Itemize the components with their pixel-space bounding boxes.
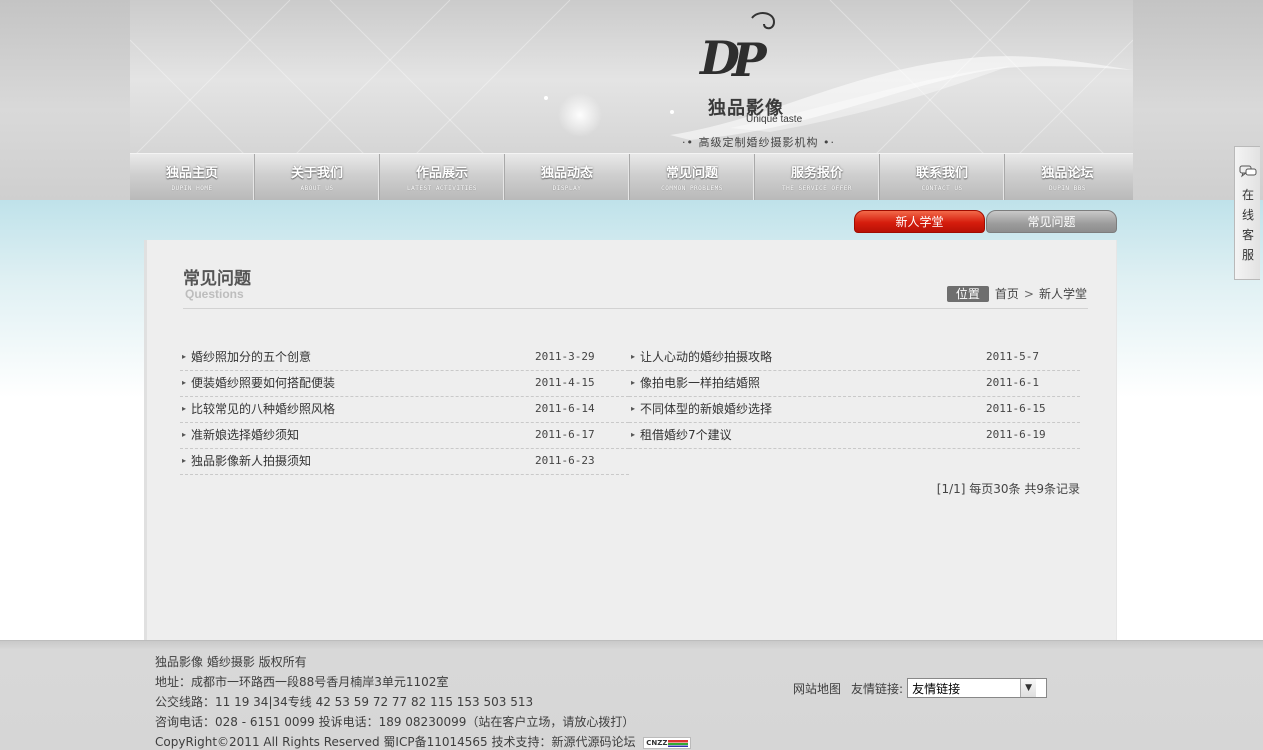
article-date: 2011-6-23 — [535, 454, 595, 467]
site-footer: 独品影像 婚纱摄影 版权所有 地址：成都市一环路西一段88号香月楠岸3单元110… — [0, 640, 1263, 750]
site-logo[interactable]: D P 独品影像 Unique taste ·• 高级定制婚纱摄影机构 •· — [678, 10, 838, 150]
list-item[interactable]: ▸ 婚纱照加分的五个创意 2011-3-29 — [180, 345, 629, 371]
footer-icp-line: CopyRight©2011 All Rights Reserved 蜀ICP备… — [155, 733, 692, 750]
nav-sublabel: LATEST ACTIVITIES — [407, 185, 477, 192]
nav-sublabel: DISPLAY — [552, 185, 582, 192]
article-date: 2011-4-15 — [535, 376, 595, 389]
friend-links-label: 友情链接: — [851, 681, 904, 696]
bullet-arrow-icon: ▸ — [631, 352, 636, 361]
nav-sublabel: COMMON PROBLEMS — [661, 185, 723, 192]
nav-item-contact[interactable]: 联系我们 CONTACT US — [880, 154, 1005, 200]
list-item[interactable]: ▸ 不同体型的新娘婚纱选择 2011-6-15 — [629, 397, 1080, 423]
online-service-label: 在线客服 — [1241, 188, 1254, 262]
article-date: 2011-6-1 — [986, 376, 1039, 389]
article-list-left: ▸ 婚纱照加分的五个创意 2011-3-29 ▸ 便装婚纱照要如何搭配便装 20… — [180, 345, 629, 475]
article-title[interactable]: 租借婚纱7个建议 — [640, 423, 732, 447]
article-title[interactable]: 独品影像新人拍摄须知 — [191, 449, 311, 473]
breadcrumb-current-link[interactable]: 新人学堂 — [1039, 285, 1087, 302]
list-item[interactable]: ▸ 比较常见的八种婚纱照风格 2011-6-14 — [180, 397, 629, 423]
article-title[interactable]: 让人心动的婚纱拍摄攻略 — [640, 345, 772, 369]
list-item[interactable]: ▸ 让人心动的婚纱拍摄攻略 2011-5-7 — [629, 345, 1080, 371]
list-item[interactable]: ▸ 独品影像新人拍摄须知 2011-6-23 — [180, 449, 629, 475]
nav-sublabel: THE SERVICE OFFER — [782, 185, 852, 192]
online-service-button[interactable]: 在线客服 — [1234, 146, 1260, 280]
article-date: 2011-6-17 — [535, 428, 595, 441]
logo-tagline: ·• 高级定制婚纱摄影机构 •· — [682, 136, 835, 149]
friend-links-selected: 友情链接 — [912, 681, 961, 696]
sitemap-link[interactable]: 网站地图 — [793, 680, 841, 697]
breadcrumb-location-badge: 位置 — [946, 285, 989, 302]
nav-label: 关于我们 — [290, 166, 343, 181]
footer-address: 地址：成都市一环路西一段88号香月楠岸3单元1102室 — [155, 675, 449, 689]
bullet-arrow-icon: ▸ — [631, 404, 636, 413]
article-title[interactable]: 像拍电影一样拍结婚照 — [640, 371, 760, 395]
nav-label: 独品主页 — [165, 166, 218, 181]
nav-item-works[interactable]: 作品展示 LATEST ACTIVITIES — [380, 154, 505, 200]
chat-bubble-icon — [1239, 165, 1257, 178]
list-item[interactable]: ▸ 便装婚纱照要如何搭配便装 2011-4-15 — [180, 371, 629, 397]
footer-phone: 咨询电话：028 - 6151 0099 投诉电话：189 08230099（站… — [155, 715, 635, 729]
breadcrumb: 位置 首页 > 新人学堂 — [946, 285, 1087, 302]
bullet-arrow-icon: ▸ — [631, 430, 636, 439]
svg-text:P: P — [730, 33, 768, 87]
nav-item-forum[interactable]: 独品论坛 DUPIN BBS — [1005, 154, 1130, 200]
bullet-arrow-icon: ▸ — [631, 378, 636, 387]
nav-label: 服务报价 — [790, 166, 843, 181]
bullet-arrow-icon: ▸ — [182, 404, 187, 413]
nav-label: 作品展示 — [415, 166, 468, 181]
nav-sublabel: DUPIN HOME — [171, 185, 213, 192]
cnzz-flag-icon — [668, 739, 689, 747]
footer-copyright: 独品影像 婚纱摄影 版权所有 — [155, 655, 307, 669]
list-item[interactable]: ▸ 准新娘选择婚纱须知 2011-6-17 — [180, 423, 629, 449]
page-title: 常见问题 — [183, 269, 251, 289]
tab-newcomer-school[interactable]: 新人学堂 — [854, 210, 985, 233]
article-date: 2011-6-15 — [986, 402, 1046, 415]
article-title[interactable]: 不同体型的新娘婚纱选择 — [640, 397, 772, 421]
nav-sublabel: CONTACT US — [921, 185, 963, 192]
cnzz-label: CNZZ — [646, 738, 668, 747]
breadcrumb-separator: > — [1023, 286, 1034, 301]
nav-label: 常见问题 — [665, 166, 718, 181]
bullet-arrow-icon: ▸ — [182, 378, 187, 387]
dp-logo-icon: D P — [698, 12, 776, 87]
nav-label: 独品论坛 — [1041, 166, 1094, 181]
breadcrumb-home-link[interactable]: 首页 — [995, 285, 1019, 302]
footer-links: 网站地图 友情链接: 友情链接 ▼ — [793, 678, 1048, 698]
article-date: 2011-6-19 — [986, 428, 1046, 441]
cnzz-stats-badge[interactable]: CNZZ — [643, 736, 692, 749]
page-subtitle: Questions — [185, 287, 244, 301]
footer-icp-text: CopyRight©2011 All Rights Reserved 蜀ICP备… — [155, 735, 636, 749]
article-date: 2011-5-7 — [986, 350, 1039, 363]
article-title[interactable]: 比较常见的八种婚纱照风格 — [191, 397, 335, 421]
nav-sublabel: DUPIN BBS — [1048, 185, 1086, 192]
bullet-arrow-icon: ▸ — [182, 352, 187, 361]
logo-english-name: Unique taste — [746, 114, 803, 125]
chevron-down-icon[interactable]: ▼ — [1020, 679, 1037, 697]
nav-label: 联系我们 — [915, 166, 968, 181]
pagination-info: [1/1] 每页30条 共9条记录 — [936, 482, 1080, 496]
article-list-right: ▸ 让人心动的婚纱拍摄攻略 2011-5-7 ▸ 像拍电影一样拍结婚照 2011… — [629, 345, 1080, 449]
bullet-arrow-icon: ▸ — [182, 430, 187, 439]
article-title[interactable]: 便装婚纱照要如何搭配便装 — [191, 371, 335, 395]
footer-bus-lines: 公交线路：11 19 34|34专线 42 53 59 72 77 82 115… — [155, 695, 534, 709]
nav-item-pricing[interactable]: 服务报价 THE SERVICE OFFER — [755, 154, 880, 200]
nav-item-faq[interactable]: 常见问题 COMMON PROBLEMS — [630, 154, 755, 200]
list-item[interactable]: ▸ 像拍电影一样拍结婚照 2011-6-1 — [629, 371, 1080, 397]
article-title[interactable]: 准新娘选择婚纱须知 — [191, 423, 299, 447]
title-divider — [183, 308, 1088, 309]
nav-label: 独品动态 — [540, 166, 593, 181]
friend-links-select[interactable]: 友情链接 ▼ — [907, 678, 1048, 698]
nav-sublabel: ABOUT US — [300, 185, 334, 192]
nav-item-news[interactable]: 独品动态 DISPLAY — [505, 154, 630, 200]
nav-item-about[interactable]: 关于我们 ABOUT US — [255, 154, 380, 200]
main-nav: 独品主页 DUPIN HOME 关于我们 ABOUT US 作品展示 LATES… — [130, 153, 1133, 200]
list-item[interactable]: ▸ 租借婚纱7个建议 2011-6-19 — [629, 423, 1080, 449]
content-panel: 常见问题 Questions 位置 首页 > 新人学堂 ▸ 婚纱照加分的五个创意… — [144, 240, 1117, 640]
bullet-arrow-icon: ▸ — [182, 456, 187, 465]
tab-faq[interactable]: 常见问题 — [986, 210, 1117, 233]
article-date: 2011-3-29 — [535, 350, 595, 363]
nav-item-home[interactable]: 独品主页 DUPIN HOME — [130, 154, 255, 200]
article-date: 2011-6-14 — [535, 402, 595, 415]
article-title[interactable]: 婚纱照加分的五个创意 — [191, 345, 311, 369]
